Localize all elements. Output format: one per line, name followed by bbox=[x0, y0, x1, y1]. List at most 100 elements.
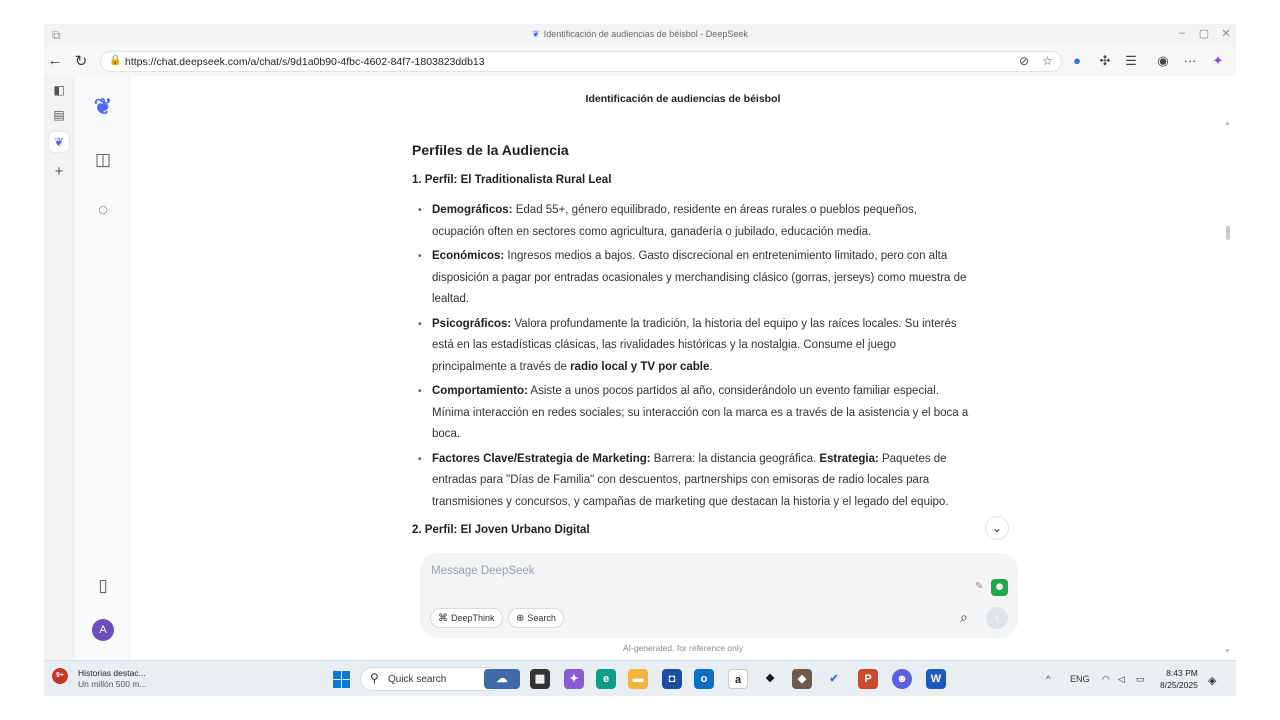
chat-app-icon[interactable]: ☻ bbox=[892, 669, 912, 689]
item-strong: Estrategia: bbox=[819, 452, 879, 465]
todo-icon[interactable]: ✔ bbox=[824, 669, 844, 689]
item-strong: radio local y TV por cable bbox=[570, 360, 710, 373]
tracking-prevention-icon[interactable]: ⊘ bbox=[1019, 54, 1029, 68]
more-icon[interactable]: ··· bbox=[1181, 53, 1199, 68]
outlook-icon[interactable]: o bbox=[694, 669, 714, 689]
search-label: Search bbox=[527, 613, 556, 623]
list-item: Psicográficos: Valora profundamente la t… bbox=[418, 314, 972, 379]
notifications-icon[interactable]: ◈ bbox=[1208, 674, 1216, 687]
screen: ⧉ ❦ Identificación de audiencias de béisb… bbox=[44, 24, 1236, 696]
minimize-button[interactable]: – bbox=[1172, 27, 1192, 39]
back-arrow-icon[interactable]: ← bbox=[46, 52, 64, 69]
list-item: Comportamiento: Asiste a unos pocos part… bbox=[418, 381, 972, 446]
copilot-app-icon[interactable]: ✦ bbox=[564, 669, 584, 689]
taskbar: 9+ Historias destac... Un millón 500 m..… bbox=[44, 660, 1236, 696]
news-title: Historias destac... bbox=[78, 668, 146, 678]
deepseek-favicon-icon: ❦ bbox=[532, 29, 540, 39]
deepseek-sidebar: ❦ ◫ ◌ ▯ A bbox=[76, 76, 130, 660]
taskbar-search[interactable]: ⚲ Quick search bbox=[360, 667, 502, 691]
task-view-icon[interactable]: ▦ bbox=[530, 669, 550, 689]
new-chat-icon[interactable]: ◌ bbox=[92, 200, 114, 222]
copilot-icon[interactable]: ✦ bbox=[1209, 53, 1227, 69]
item-label: Factores Clave/Estrategia de Marketing: bbox=[432, 452, 651, 465]
profile-1-title: 1. Perfil: El Traditionalista Rural Leal bbox=[412, 173, 612, 186]
tab-deepseek[interactable]: ❦ bbox=[49, 132, 69, 152]
extension-bot-icon[interactable]: ⚉ bbox=[991, 579, 1008, 596]
show-hidden-icons-icon[interactable]: ^ bbox=[1046, 674, 1050, 684]
scrollbar[interactable]: ▲ ▼ bbox=[1224, 120, 1231, 660]
news-widget[interactable]: 9+ Historias destac... Un millón 500 m..… bbox=[50, 666, 160, 692]
game-app-icon[interactable]: ◆ bbox=[792, 669, 812, 689]
item-text: Barrera: la distancia geográfica. bbox=[650, 452, 820, 465]
powerpoint-icon[interactable]: P bbox=[858, 669, 878, 689]
window-title: ❦ Identificación de audiencias de béisbol… bbox=[44, 29, 1236, 40]
scroll-up-arrow-icon[interactable]: ▲ bbox=[1224, 120, 1231, 127]
clock-date: 8/25/2025 bbox=[1160, 680, 1198, 690]
scrollbar-thumb[interactable] bbox=[1226, 226, 1230, 240]
search-button[interactable]: ⊕ Search bbox=[508, 608, 564, 628]
item-label: Económicos: bbox=[432, 250, 505, 262]
news-badge: 9+ bbox=[52, 668, 68, 684]
news-subtitle: Un millón 500 m... bbox=[78, 679, 147, 689]
attach-paperclip-icon[interactable]: ⌕ bbox=[960, 609, 968, 626]
search-icon: ⚲ bbox=[370, 671, 379, 685]
dropbox-icon[interactable]: ❖ bbox=[760, 669, 780, 689]
list-item: Factores Clave/Estrategia de Marketing: … bbox=[418, 449, 972, 514]
send-button[interactable]: ↑ bbox=[986, 607, 1008, 629]
deepthink-label: DeepThink bbox=[451, 613, 495, 623]
arrow-up-icon: ↑ bbox=[994, 611, 1000, 625]
address-bar: ← ↻ 🔒 https://chat.deepseek.com/a/chat/s… bbox=[44, 50, 1236, 74]
assistant-message: Perfiles de la Audiencia 1. Perfil: El T… bbox=[412, 140, 972, 551]
profile-1-list: Demográficos: Edad 55+, género equilibra… bbox=[412, 200, 972, 513]
chevron-down-icon: ⌄ bbox=[991, 521, 1003, 535]
deepthink-icon: ⌘ bbox=[438, 613, 448, 624]
close-button[interactable]: ✕ bbox=[1216, 27, 1236, 40]
message-input[interactable]: Message DeepSeek bbox=[431, 565, 535, 577]
item-text: Ingresos medios a bajos. Gasto discrecio… bbox=[432, 250, 967, 305]
profile-2-title: 2. Perfil: El Joven Urbano Digital bbox=[412, 524, 590, 536]
clock[interactable]: 8:43 PM 8/25/2025 bbox=[1160, 667, 1198, 691]
tab-sidebar-toggle-icon[interactable]: ◧ bbox=[49, 80, 69, 100]
open-sidebar-icon[interactable]: ◫ bbox=[92, 150, 114, 172]
item-label: Comportamiento: bbox=[432, 385, 528, 397]
store-icon[interactable]: ◘ bbox=[662, 669, 682, 689]
mobile-app-icon[interactable]: ▯ bbox=[92, 576, 114, 598]
window-title-text: Identificación de audiencias de béisbol … bbox=[543, 29, 748, 39]
scroll-down-button[interactable]: ⌄ bbox=[985, 516, 1009, 540]
extensions-puzzle-icon[interactable]: ✣ bbox=[1096, 53, 1114, 69]
globe-icon: ⊕ bbox=[516, 613, 525, 624]
grammar-extension-icon[interactable]: ✎ bbox=[975, 581, 983, 592]
taskbar-search-label: Quick search bbox=[388, 674, 447, 685]
section-heading: Perfiles de la Audiencia bbox=[412, 142, 569, 158]
item-label: Demográficos: bbox=[432, 204, 513, 216]
profile-icon[interactable]: ◉ bbox=[1154, 53, 1172, 69]
list-item: Demográficos: Edad 55+, género equilibra… bbox=[418, 200, 972, 243]
amazon-icon[interactable]: a bbox=[728, 669, 748, 689]
item-tail: . bbox=[709, 360, 713, 373]
message-composer: Message DeepSeek ✎ ⚉ ⌘ DeepThink ⊕ Search … bbox=[420, 553, 1018, 638]
language-indicator[interactable]: ENG bbox=[1070, 674, 1090, 684]
maximize-button[interactable]: ▢ bbox=[1194, 27, 1214, 40]
chat-title: Identificación de audiencias de béisbol bbox=[585, 93, 781, 105]
file-explorer-icon[interactable]: ▬ bbox=[628, 669, 648, 689]
tab-icon[interactable]: ▤ bbox=[49, 105, 69, 125]
windows-start-icon[interactable] bbox=[333, 671, 350, 688]
item-label: Psicográficos: bbox=[432, 317, 512, 330]
volume-icon[interactable]: ◁ bbox=[1118, 674, 1125, 685]
weather-widget-icon[interactable]: ☁ bbox=[484, 669, 520, 689]
deepthink-button[interactable]: ⌘ DeepThink bbox=[430, 608, 503, 628]
new-tab-icon[interactable]: + bbox=[49, 162, 69, 182]
favorites-icon[interactable]: ☰ bbox=[1122, 53, 1140, 69]
title-bar: ⧉ ❦ Identificación de audiencias de béisb… bbox=[44, 24, 1236, 46]
wifi-icon[interactable]: ◠ bbox=[1102, 674, 1110, 685]
extension-icon[interactable]: ● bbox=[1068, 53, 1086, 68]
word-icon[interactable]: W bbox=[926, 669, 946, 689]
url-field[interactable]: 🔒 https://chat.deepseek.com/a/chat/s/9d1… bbox=[100, 51, 1062, 72]
battery-icon[interactable]: ▭ bbox=[1136, 674, 1145, 685]
edge-icon[interactable]: e bbox=[596, 669, 616, 689]
avatar[interactable]: A bbox=[92, 619, 114, 641]
favorite-star-icon[interactable]: ☆ bbox=[1042, 54, 1053, 68]
refresh-icon[interactable]: ↻ bbox=[72, 52, 90, 70]
clock-time: 8:43 PM bbox=[1166, 668, 1198, 678]
deepseek-logo-icon[interactable]: ❦ bbox=[92, 94, 114, 119]
